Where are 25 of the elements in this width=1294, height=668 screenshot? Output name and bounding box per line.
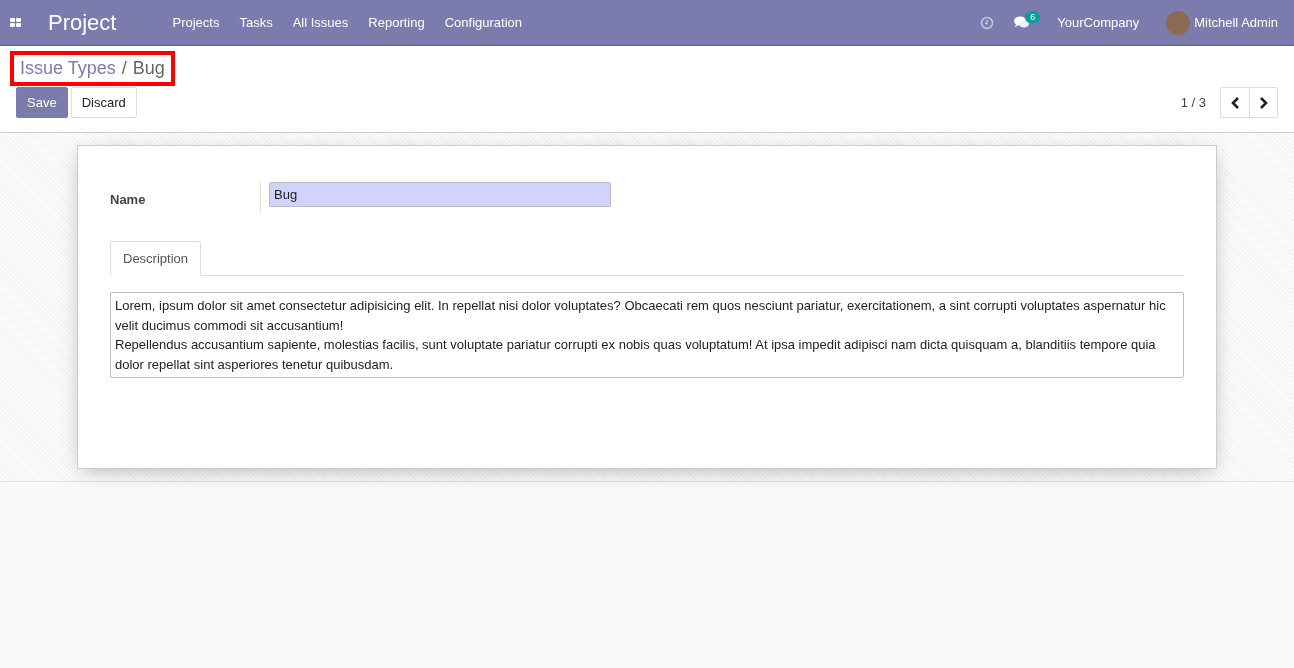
menu-item[interactable]: Tasks xyxy=(229,15,283,30)
field-label: Name xyxy=(110,191,147,207)
breadcrumb-current: Bug xyxy=(132,58,165,79)
message-count-badge: 6 xyxy=(1025,11,1041,23)
user-name[interactable]: Mitchell Admin xyxy=(1194,15,1278,30)
tab[interactable]: Description xyxy=(110,241,202,276)
chevron-right-icon xyxy=(1258,96,1269,109)
description-field[interactable] xyxy=(110,292,1184,378)
menu-item[interactable]: Reporting xyxy=(358,15,435,30)
apps-grid-icon[interactable] xyxy=(10,16,22,29)
menu-item[interactable]: Configuration xyxy=(434,15,533,30)
breadcrumb-separator: / xyxy=(121,58,127,79)
pager-value: 1 / 3 xyxy=(1180,95,1206,110)
menu-item[interactable]: Projects xyxy=(162,15,230,30)
save-button[interactable]: Save xyxy=(16,87,68,118)
discard-button[interactable]: Discard xyxy=(70,87,137,118)
description-paragraph: Lorem, ipsum dolor sit amet consectetur adipisicing elit. In repellat nisi dolor voluptates? Obcaecati rem quos nesciunt pariatur, exercitationem, a sint corrupti voluptates aspernatur hic velit ducimus commodi sit accusantium! xyxy=(115,297,1167,335)
app-title[interactable]: Project xyxy=(48,9,117,36)
chevron-left-icon xyxy=(1230,96,1240,109)
menu-item[interactable]: All Issues xyxy=(282,15,359,30)
company-name[interactable]: YourCompany xyxy=(1057,15,1140,30)
name-field[interactable]: Bug xyxy=(269,182,611,207)
user-avatar xyxy=(1166,10,1191,35)
breadcrumb-link[interactable]: Issue Types xyxy=(20,58,116,79)
description-paragraph: Repellendus accusantium sapiente, molestias facilis, sunt voluptate pariatur corrupti ex nobis quas voluptatum! At ipsa impedit adipisci nam dicta quisquam a, blanditiis tempore quia dolor repellat sint asperiores tenetur quibusdam. xyxy=(115,336,1157,374)
